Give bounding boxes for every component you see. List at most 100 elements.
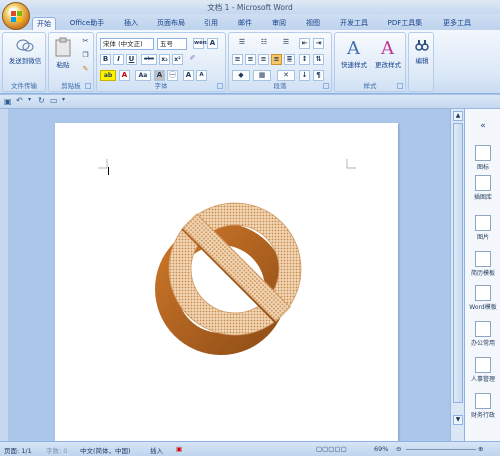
- word-count[interactable]: 字数: 0: [46, 445, 67, 455]
- send-to-wechat-button[interactable]: 发送到微信: [5, 39, 45, 65]
- bullets-icon[interactable]: ☰: [232, 38, 252, 49]
- copy-icon[interactable]: ❐: [80, 51, 91, 62]
- subscript-button[interactable]: x₂: [159, 54, 170, 65]
- group-file-transfer: 发送到微信 文件传输: [2, 32, 46, 92]
- multilevel-list-icon[interactable]: ☰: [276, 38, 296, 49]
- hr-icon: [475, 357, 491, 373]
- group-label: 字体: [154, 82, 168, 90]
- format-painter-icon[interactable]: ✎: [80, 65, 91, 76]
- language-status[interactable]: 中文(简体，中国): [80, 445, 131, 455]
- panel-item-label: 图片: [476, 234, 489, 241]
- font-size-combo[interactable]: 五号: [157, 38, 187, 50]
- group-label: 样式: [363, 82, 377, 90]
- tab-developer[interactable]: 开发工具: [334, 17, 374, 30]
- tab-view[interactable]: 视图: [302, 17, 324, 30]
- group-font: 宋体 (中文正) 五号 wén A B I U abc x₂ x² ✐ ab A…: [96, 32, 226, 92]
- tab-insert[interactable]: 插入: [120, 17, 142, 30]
- dialog-launcher-icon[interactable]: [85, 83, 91, 89]
- picture-icon: [475, 215, 491, 231]
- quick-styles-button[interactable]: A 快速样式: [337, 37, 371, 69]
- group-paragraph: ☰ ☷ ☰ ⇤ ⇥ ≡ ≡ ≡ ≡ ≣ ↕ ⇅ ◆ ▦ ✕ ↓ ¶ 段落: [228, 32, 332, 92]
- tab-review[interactable]: 审阅: [268, 17, 290, 30]
- tab-mailings[interactable]: 邮件: [234, 17, 256, 30]
- vertical-ruler: [0, 109, 8, 441]
- char-border-button[interactable]: A: [207, 38, 218, 49]
- decrease-indent-icon[interactable]: ⇤: [299, 38, 310, 49]
- dialog-launcher-icon[interactable]: [397, 83, 403, 89]
- edit-button[interactable]: 编辑: [410, 37, 434, 65]
- undo-icon[interactable]: ↶: [16, 96, 23, 105]
- zoom-out-icon[interactable]: ⊖: [396, 445, 401, 453]
- wechat-icon: [16, 39, 34, 52]
- numbering-icon[interactable]: ☷: [254, 38, 274, 49]
- panel-item-finance[interactable]: 财务行政: [465, 393, 500, 419]
- margin-mark-top-left: [98, 159, 108, 169]
- collapse-panel-button[interactable]: «: [465, 121, 500, 131]
- text-direction-icon[interactable]: ⇅: [313, 54, 324, 65]
- scroll-down-icon[interactable]: ▼: [453, 415, 463, 425]
- vertical-scrollbar[interactable]: ▲ ▼: [450, 109, 464, 441]
- redo-icon[interactable]: ↻: [38, 96, 45, 105]
- new-doc-icon[interactable]: ▭: [50, 96, 58, 105]
- distribute-icon[interactable]: ≣: [284, 54, 295, 65]
- italic-button[interactable]: I: [113, 54, 124, 65]
- tab-home[interactable]: 开始: [32, 17, 56, 30]
- tab-pdf-tools[interactable]: PDF工具集: [384, 17, 426, 30]
- panel-item-label: 办公常用: [470, 340, 495, 347]
- font-name-combo[interactable]: 宋体 (中文正): [100, 38, 154, 50]
- tab-references[interactable]: 引用: [200, 17, 222, 30]
- dialog-launcher-icon[interactable]: [323, 83, 329, 89]
- panel-item-office[interactable]: 办公常用: [465, 321, 500, 347]
- increase-indent-icon[interactable]: ⇥: [313, 38, 324, 49]
- clipboard-icon: [55, 37, 71, 57]
- customize-qat-icon[interactable]: ▾: [62, 96, 65, 103]
- bold-button[interactable]: B: [100, 54, 111, 65]
- scroll-up-icon[interactable]: ▲: [453, 111, 463, 121]
- quick-styles-icon: A: [346, 38, 361, 59]
- strikethrough-button[interactable]: abc: [141, 54, 157, 65]
- undo-dropdown-icon[interactable]: ▾: [28, 96, 31, 103]
- quick-styles-label: 快速样式: [341, 61, 367, 69]
- tab-page-layout[interactable]: 页面布局: [150, 17, 192, 30]
- clear-format-icon[interactable]: ✐: [187, 54, 198, 65]
- align-left-icon[interactable]: ≡: [232, 54, 243, 65]
- panel-item-illustrations[interactable]: 插图库: [465, 175, 500, 201]
- document-page[interactable]: [55, 123, 398, 441]
- align-center-icon[interactable]: ≡: [245, 54, 256, 65]
- macro-record-icon[interactable]: ▣: [176, 445, 182, 453]
- group-label: 文件传输: [11, 82, 37, 90]
- panel-item-hr[interactable]: 人事管理: [465, 357, 500, 383]
- paste-button[interactable]: 粘贴: [51, 37, 75, 69]
- panel-item-pictures[interactable]: 图片: [465, 215, 500, 241]
- change-styles-label: 更改样式: [375, 61, 401, 69]
- zoom-slider[interactable]: [406, 449, 476, 450]
- cut-icon[interactable]: ✂: [80, 37, 91, 48]
- panel-item-word-templates[interactable]: Word模板: [465, 285, 500, 311]
- panel-item-icons[interactable]: 图标: [465, 145, 500, 171]
- insert-mode-status[interactable]: 插入: [150, 445, 163, 455]
- change-styles-button[interactable]: A 更改样式: [371, 37, 405, 69]
- ribbon-tabs: 开始 Office助手 插入 页面布局 引用 邮件 审阅 视图 开发工具 PDF…: [0, 14, 500, 30]
- office-button[interactable]: [2, 2, 30, 30]
- tab-more-tools[interactable]: 更多工具: [436, 17, 478, 30]
- tab-office-assistant[interactable]: Office助手: [64, 17, 110, 30]
- dialog-launcher-icon[interactable]: [217, 83, 223, 89]
- superscript-button[interactable]: x²: [172, 54, 183, 65]
- page-count[interactable]: 页面: 1/1: [4, 445, 32, 455]
- group-clipboard: 粘贴 ✂ ❐ ✎ 剪贴板: [48, 32, 94, 92]
- panel-item-label: Word模板: [469, 304, 497, 311]
- zoom-in-icon[interactable]: ⊕: [478, 445, 483, 453]
- panel-item-resume[interactable]: 简历模板: [465, 251, 500, 277]
- window-title: 文档 1 - Microsoft Word: [207, 3, 293, 12]
- justify-icon[interactable]: ≡: [271, 54, 282, 65]
- view-buttons[interactable]: ▢▢▢▢▢: [316, 445, 347, 453]
- underline-button[interactable]: U: [126, 54, 137, 65]
- prohibition-symbol-shape[interactable]: [145, 193, 315, 363]
- icon-library-icon: [475, 145, 491, 161]
- phonetic-guide-button[interactable]: wén: [193, 38, 207, 49]
- line-spacing-icon[interactable]: ↕: [299, 54, 310, 65]
- save-icon[interactable]: ▣: [4, 97, 12, 106]
- scroll-thumb[interactable]: [453, 123, 463, 403]
- zoom-level[interactable]: 69%: [374, 445, 388, 453]
- align-right-icon[interactable]: ≡: [258, 54, 269, 65]
